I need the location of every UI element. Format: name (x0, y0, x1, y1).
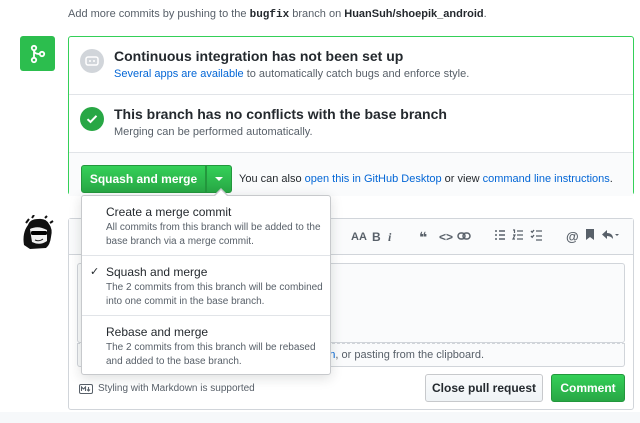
option-title: Squash and merge (106, 265, 208, 279)
attach-hint: n, or pasting from the clipboard. (329, 349, 484, 361)
markdown-note-text: Styling with Markdown is supported (98, 383, 255, 394)
option-title: Create a merge commit (106, 205, 232, 219)
chevron-down-icon (215, 177, 223, 181)
ci-status-row: Continuous integration has not been set … (69, 37, 633, 95)
alternative-options-text: You can also open this in GitHub Desktop… (239, 173, 613, 185)
ci-title: Continuous integration has not been set … (114, 48, 404, 64)
conflicts-subtitle: Merging can be performed automatically. (114, 126, 313, 138)
option-title: Rebase and merge (106, 325, 209, 339)
github-desktop-link[interactable]: open this in GitHub Desktop (305, 173, 442, 185)
push-hint: Add more commits by pushing to the bugfi… (68, 8, 487, 21)
merge-option-squash-and-merge[interactable]: ✓ Squash and merge The 2 commits from th… (82, 256, 330, 316)
merge-button-group: Squash and merge (81, 165, 232, 193)
conflicts-row: This branch has no conflicts with the ba… (69, 95, 633, 153)
hint-suffix: . (483, 8, 487, 20)
apps-link[interactable]: Several apps are available (114, 68, 244, 80)
italic-icon[interactable]: i (388, 228, 391, 246)
bold-icon[interactable]: B (372, 228, 381, 246)
page-footer-strip (0, 412, 640, 423)
option-description: The 2 commits from this branch will be r… (106, 342, 316, 367)
alt-suffix: . (609, 173, 613, 185)
header-icon[interactable]: AA (351, 228, 367, 246)
git-merge-icon (20, 36, 55, 71)
repo-name: HuanSuh/shoepik_android (344, 8, 484, 20)
mention-icon[interactable]: @ (566, 228, 579, 246)
task-list-icon[interactable] (530, 228, 543, 246)
comment-button[interactable]: Comment (551, 374, 625, 402)
code-icon[interactable]: <> (439, 228, 453, 246)
hint-prefix: Add more commits by pushing to the (68, 8, 250, 20)
alt-mid: or view (441, 173, 483, 185)
merge-option-rebase-and-merge[interactable]: Rebase and merge The 2 commits from this… (82, 316, 330, 376)
avatar[interactable] (20, 215, 55, 250)
hint-middle: branch on (289, 8, 345, 20)
bookmark-icon[interactable] (585, 228, 595, 246)
ci-status-icon (80, 49, 104, 73)
close-pull-request-button[interactable]: Close pull request (425, 374, 543, 402)
conflicts-title: This branch has no conflicts with the ba… (114, 106, 447, 122)
ci-subtitle-rest: to automatically catch bugs and enforce … (243, 68, 470, 80)
squash-and-merge-button[interactable]: Squash and merge (81, 165, 206, 193)
check-circle-icon (80, 107, 104, 131)
bullet-list-icon[interactable] (494, 228, 506, 246)
numbered-list-icon[interactable] (512, 228, 524, 246)
merge-box: Continuous integration has not been set … (68, 36, 634, 196)
check-icon: ✓ (90, 266, 100, 278)
reply-icon[interactable] (601, 228, 619, 246)
command-line-instructions-link[interactable]: command line instructions (483, 173, 610, 185)
markdown-note[interactable]: Styling with Markdown is supported (79, 383, 255, 394)
branch-name: bugfix (249, 9, 290, 21)
quote-icon[interactable]: ❝ (419, 228, 427, 246)
markdown-icon (79, 383, 93, 394)
merge-action-row: Squash and merge You can also open this … (69, 153, 633, 196)
option-description: All commits from this branch will be add… (106, 222, 321, 247)
alt-prefix: You can also (239, 173, 305, 185)
link-icon[interactable] (457, 228, 471, 246)
merge-method-menu: Create a merge commit All commits from t… (81, 188, 331, 376)
attach-hint-rest: , or pasting from the clipboard. (335, 349, 484, 361)
ci-subtitle: Several apps are available to automatica… (114, 68, 469, 80)
option-description: The 2 commits from this branch will be c… (106, 282, 323, 307)
merge-option-create-merge-commit[interactable]: Create a merge commit All commits from t… (82, 196, 330, 256)
